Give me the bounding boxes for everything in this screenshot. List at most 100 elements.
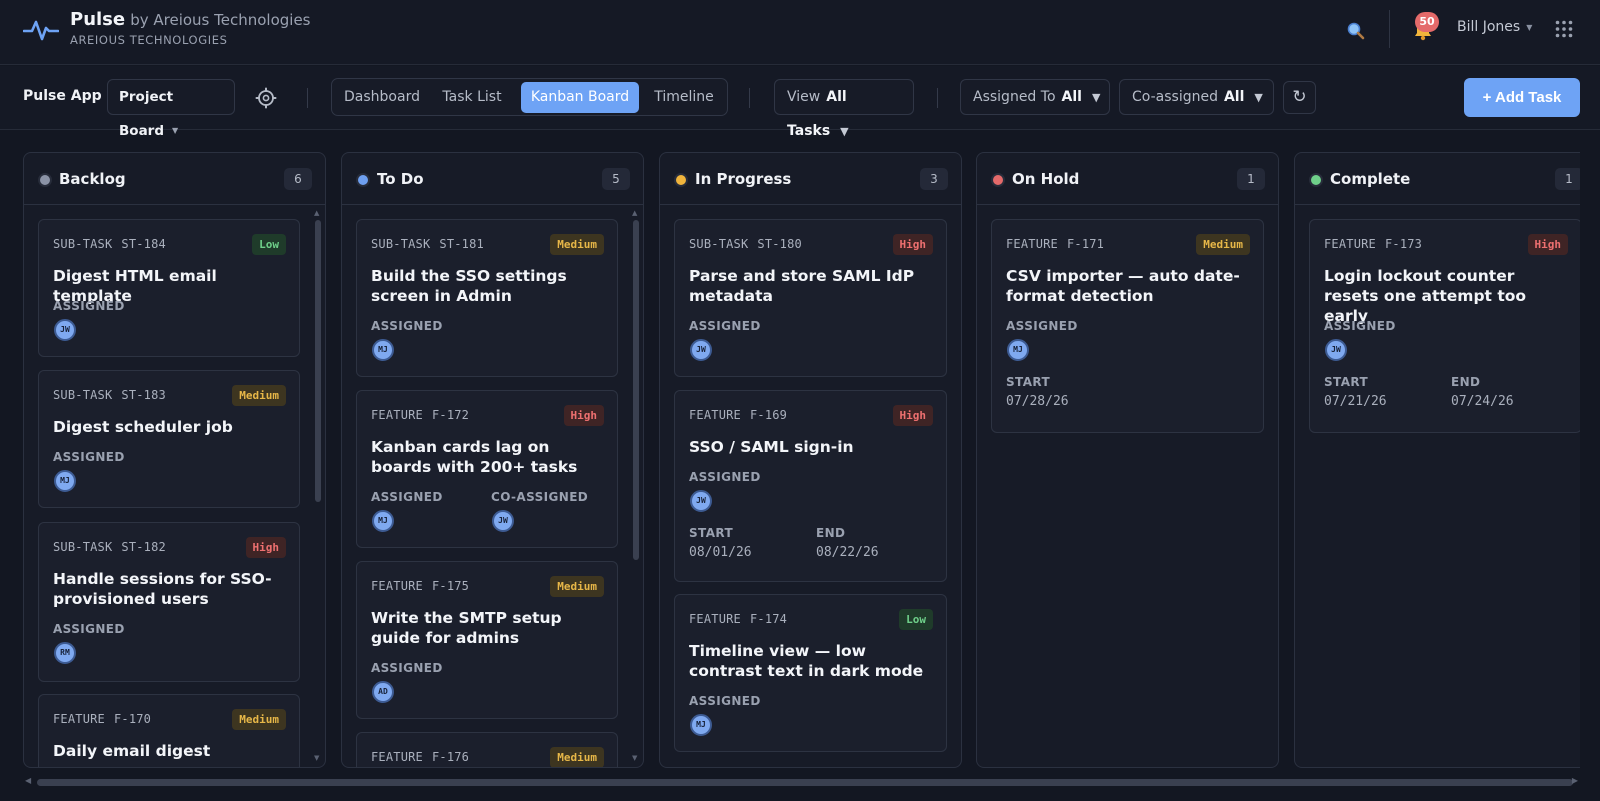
column-on-hold: On Hold 1 FEATURE F-171 Medium CSV import… [976, 152, 1279, 768]
column-to-do: To Do 5 SUB-TASK ST-181 Medium Build the … [341, 152, 644, 768]
column-title: Complete [1330, 170, 1411, 188]
avatar[interactable]: JW [1325, 339, 1347, 361]
card-type: FEATURE [53, 712, 105, 726]
scroll-down-icon[interactable]: ▼ [314, 754, 319, 762]
co-assigned-filter[interactable]: Co-assigned All ▼ [1119, 79, 1274, 115]
card-title: Write the SMTP setup guide for admins [371, 609, 562, 647]
avatar[interactable]: RM [54, 642, 76, 664]
task-card[interactable]: FEATURE F-172 High Kanban cards lag on bo… [356, 390, 618, 548]
tab-dashboard[interactable]: Dashboard [336, 82, 428, 113]
coassigned-filter-value: All [1223, 89, 1245, 105]
column-title: On Hold [1012, 170, 1080, 188]
column-scrollbar[interactable]: ▲ ▼ [314, 209, 321, 762]
scroll-right-icon[interactable]: ▶ [1572, 776, 1578, 785]
refresh-icon: ↻ [1292, 87, 1307, 107]
card-type: FEATURE [689, 612, 741, 626]
task-card[interactable]: SUB-TASK ST-184 Low Digest HTML email tem… [38, 219, 300, 357]
avatar[interactable]: MJ [372, 510, 394, 532]
card-meta: SUB-TASK ST-180 [689, 237, 802, 251]
card-title: Daily email digest [53, 742, 211, 760]
search-icon[interactable] [1346, 21, 1366, 41]
column-count: 6 [284, 168, 312, 190]
scroll-up-icon[interactable]: ▲ [314, 209, 319, 217]
task-card[interactable]: SUB-TASK ST-181 Medium Build the SSO sett… [356, 219, 618, 377]
status-dot-icon [1309, 173, 1323, 187]
co-assigned-label: CO-ASSIGNED [491, 490, 589, 504]
column-header: To Do 5 [342, 153, 643, 205]
task-card[interactable]: FEATURE F-173 High Login lockout counter … [1309, 219, 1580, 433]
task-card[interactable]: FEATURE F-176 Medium [356, 732, 618, 767]
column-complete: Complete 1 FEATURE F-173 High Login locko… [1294, 152, 1580, 768]
task-card[interactable]: SUB-TASK ST-180 High Parse and store SAML… [674, 219, 947, 377]
priority-badge: High [1527, 234, 1568, 255]
task-card[interactable]: FEATURE F-175 Medium Write the SMTP setup… [356, 561, 618, 719]
card-id: F-175 [431, 579, 470, 593]
tab-task-list[interactable]: Task List [432, 82, 512, 113]
column-backlog: Backlog 6 SUB-TASK ST-184 Low Digest HTML… [23, 152, 326, 768]
avatar[interactable]: MJ [54, 470, 76, 492]
task-card[interactable]: SUB-TASK ST-182 High Handle sessions for … [38, 522, 300, 682]
scroll-left-icon[interactable]: ◀ [25, 776, 31, 785]
avatar[interactable]: AD [372, 681, 394, 703]
task-card[interactable]: FEATURE F-174 Low Timeline view — low con… [674, 594, 947, 752]
column-body: SUB-TASK ST-181 Medium Build the SSO sett… [342, 206, 643, 767]
card-meta: FEATURE F-169 [689, 408, 787, 422]
scroll-up-icon[interactable]: ▲ [632, 209, 637, 217]
tab-kanban-board[interactable]: Kanban Board [521, 82, 639, 113]
avatar[interactable]: MJ [1007, 339, 1029, 361]
card-type: SUB-TASK [371, 237, 431, 251]
end-label: END [1451, 375, 1481, 389]
assigned-label: ASSIGNED [689, 319, 761, 333]
apps-grid-icon[interactable] [1555, 20, 1573, 38]
project-select[interactable]: Project Board ▼ [107, 79, 235, 139]
task-card[interactable]: SUB-TASK ST-183 Medium Digest scheduler j… [38, 370, 300, 508]
board-scrollbar[interactable]: ◀ ▶ [23, 776, 1580, 787]
top-header: Pulse by Areious Technologies AREIOUS TE… [0, 0, 1600, 65]
assigned-label: ASSIGNED [53, 299, 125, 313]
card-meta: FEATURE F-172 [371, 408, 469, 422]
caret-down-icon: ▼ [1254, 91, 1263, 104]
scrollbar-thumb[interactable] [315, 220, 321, 502]
assigned-label: ASSIGNED [689, 694, 761, 708]
column-header: On Hold 1 [977, 153, 1278, 205]
status-dot-icon [38, 173, 52, 187]
refresh-button[interactable]: ↻ [1283, 81, 1316, 114]
avatar[interactable]: MJ [372, 339, 394, 361]
card-id: F-172 [431, 408, 470, 422]
card-type: FEATURE [371, 579, 423, 593]
tab-timeline[interactable]: Timeline [643, 82, 725, 113]
card-type: SUB-TASK [689, 237, 749, 251]
gear-icon[interactable] [255, 87, 277, 109]
chevron-down-icon: ▼ [172, 126, 179, 135]
card-type: SUB-TASK [53, 388, 113, 402]
card-title: Parse and store SAML IdP metadata [689, 267, 915, 305]
user-menu[interactable]: Bill Jones ▼ [1457, 19, 1532, 35]
task-card[interactable]: FEATURE F-171 Medium CSV importer — auto … [991, 219, 1264, 433]
task-card[interactable]: FEATURE F-169 High SSO / SAML sign-in ASS… [674, 390, 947, 582]
avatar[interactable]: JW [492, 510, 514, 532]
card-meta: SUB-TASK ST-184 [53, 237, 166, 251]
avatar[interactable]: MJ [690, 714, 712, 736]
assigned-to-filter[interactable]: Assigned To All ▼ [960, 79, 1110, 115]
card-type: FEATURE [371, 750, 423, 764]
pulse-logo-icon[interactable] [23, 17, 59, 43]
card-meta: FEATURE F-175 [371, 579, 469, 593]
view-tabs: Dashboard Task List Kanban Board Timelin… [331, 78, 728, 116]
avatar[interactable]: JW [690, 490, 712, 512]
priority-badge: Low [899, 609, 933, 630]
column-title: In Progress [695, 170, 792, 188]
avatar[interactable]: JW [690, 339, 712, 361]
assigned-label: ASSIGNED [53, 450, 125, 464]
board-toolbar: Pulse App Project Board ▼ Dashboard Task … [0, 66, 1600, 139]
column-scrollbar[interactable]: ▲ ▼ [632, 209, 639, 762]
scroll-down-icon[interactable]: ▼ [632, 754, 637, 762]
avatar[interactable]: JW [54, 319, 76, 341]
task-card[interactable]: FEATURE F-170 Medium Daily email digest [38, 694, 300, 767]
card-meta: FEATURE F-176 [371, 750, 469, 764]
view-filter-label: View [787, 89, 821, 105]
add-task-button[interactable]: + Add Task [1464, 78, 1580, 117]
priority-badge: Medium [550, 576, 604, 597]
scrollbar-thumb[interactable] [633, 220, 639, 560]
scrollbar-thumb[interactable] [37, 779, 1573, 786]
view-filter[interactable]: View All Tasks ▼ [774, 79, 914, 139]
